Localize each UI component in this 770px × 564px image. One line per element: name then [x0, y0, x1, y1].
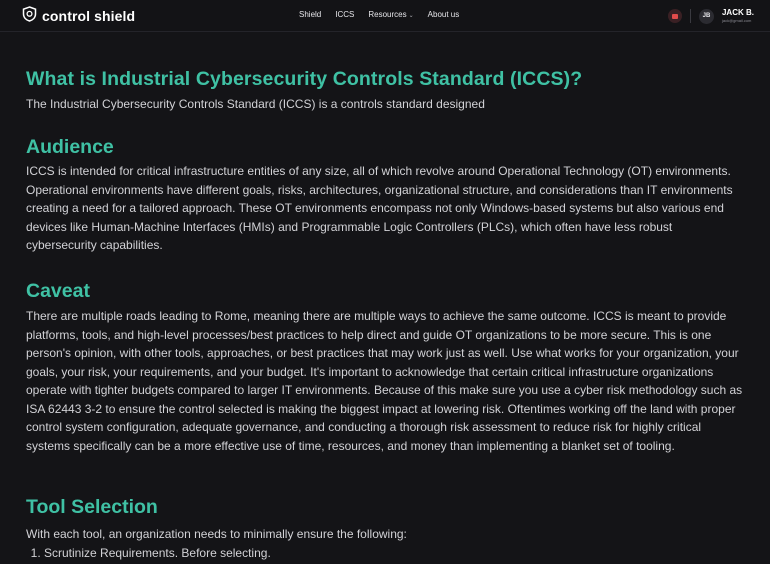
notification-icon[interactable]	[667, 9, 682, 23]
tool-selection-list: Scrutinize Requirements. Before selectin…	[26, 544, 746, 562]
page-title: What is Industrial Cybersecurity Control…	[26, 68, 583, 90]
user-name: JACK B.	[721, 8, 754, 17]
caveat-heading: Caveat	[26, 280, 90, 302]
nav-item-about-us[interactable]: About us	[428, 10, 460, 24]
section-tool-selection: Tool Selection With each tool, an organi…	[26, 494, 746, 562]
nav-item-shield[interactable]: Shield	[299, 10, 321, 24]
avatar[interactable]: JB	[698, 8, 714, 24]
nav-item-resources[interactable]: Resources ⌄	[368, 10, 413, 24]
tool-selection-paragraph: With each tool, an organization needs to…	[26, 527, 407, 541]
section-audience: Audience ICCS is intended for critical i…	[26, 134, 746, 255]
top-navigation-bar: control shield Shield ICCS Resources ⌄ Ab…	[0, 0, 770, 32]
chevron-down-icon: ⌄	[408, 13, 414, 19]
brand-name: control shield	[42, 8, 136, 24]
audience-paragraph: ICCS is intended for critical infrastruc…	[26, 164, 733, 252]
notification-indicator	[671, 13, 678, 19]
user-email: jack@gmail.com	[721, 18, 752, 23]
section-intro: What is Industrial Cybersecurity Control…	[26, 65, 746, 114]
divider	[689, 9, 691, 23]
user-area: JB JACK B. jack@gmail.com	[667, 6, 754, 26]
section-caveat: Caveat There are multiple roads leading …	[26, 278, 746, 455]
audience-heading: Audience	[26, 136, 114, 158]
intro-paragraph: The Industrial Cybersecurity Controls St…	[26, 97, 485, 111]
nav-item-resources-label: Resources	[368, 10, 407, 19]
tool-selection-heading: Tool Selection	[26, 496, 158, 518]
caveat-paragraph: There are multiple roads leading to Rome…	[26, 309, 743, 453]
shield-icon	[22, 5, 37, 27]
user-menu[interactable]: JACK B. jack@gmail.com	[722, 9, 754, 23]
main-nav: Shield ICCS Resources ⌄ About us	[299, 10, 459, 24]
brand-logo[interactable]: control shield	[22, 5, 136, 27]
list-item: Scrutinize Requirements. Before selectin…	[44, 544, 746, 562]
nav-item-iccs[interactable]: ICCS	[335, 10, 354, 24]
